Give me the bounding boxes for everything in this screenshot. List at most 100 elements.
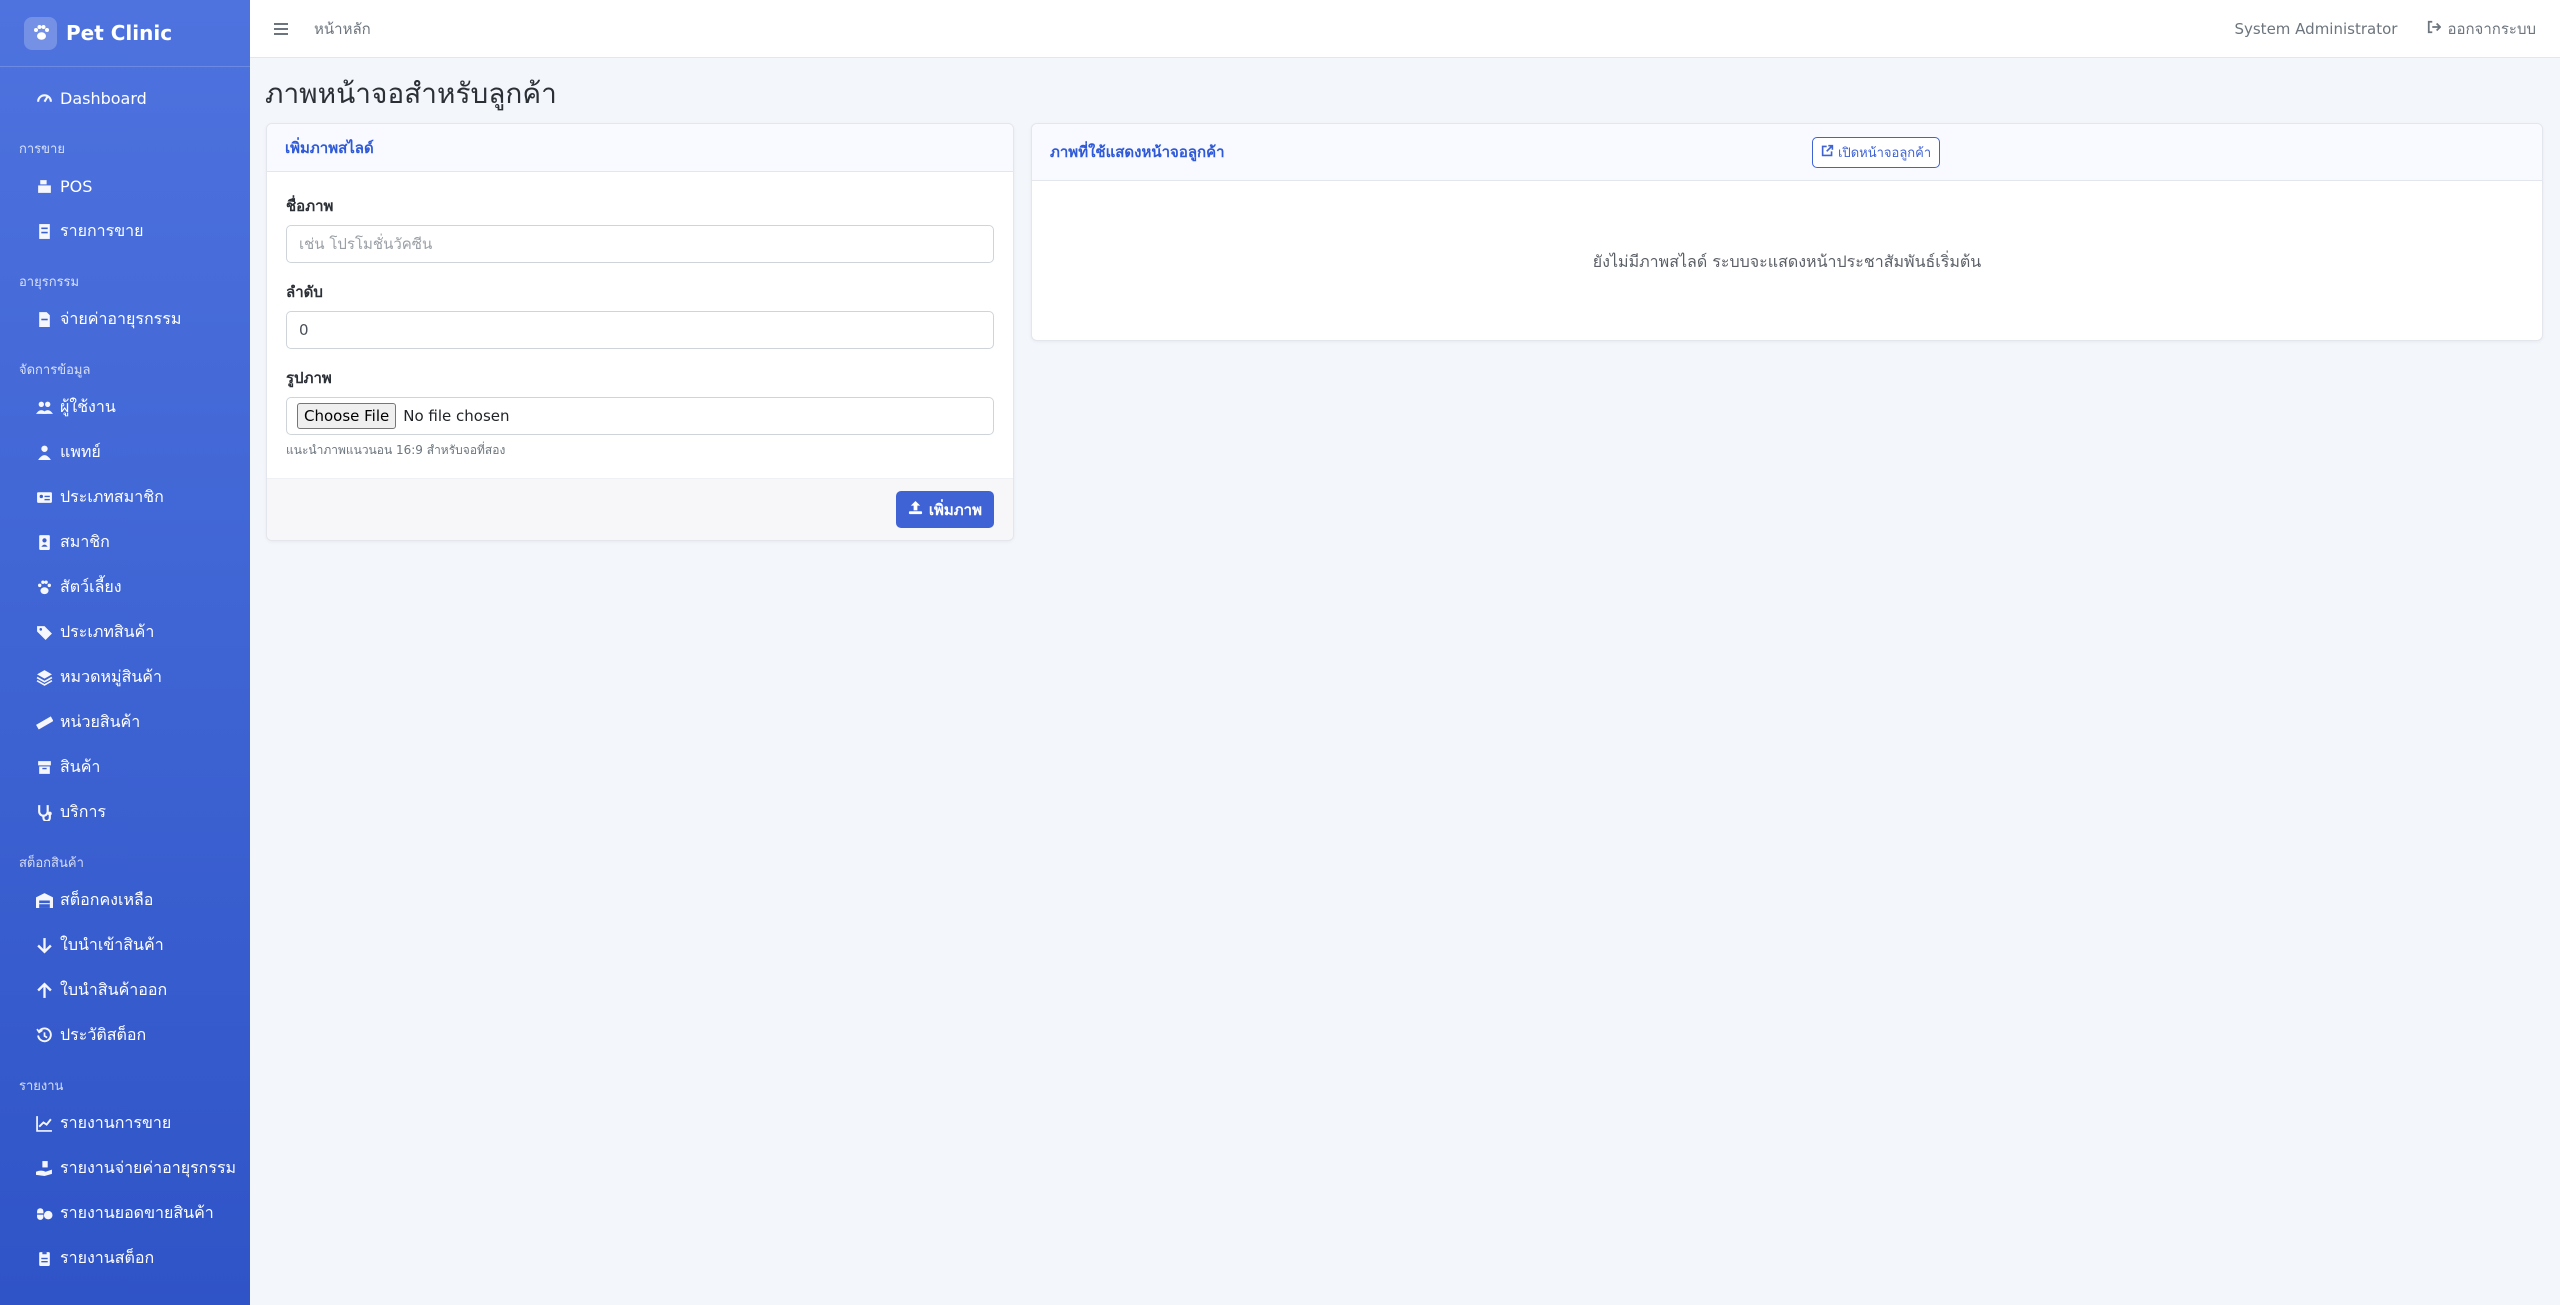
ruler-icon [35, 713, 54, 732]
sidebar-item-services[interactable]: บริการ [0, 790, 250, 835]
sidebar-item-label: สินค้า [60, 757, 101, 776]
id-card-icon [35, 488, 54, 507]
open-customer-display-button[interactable]: เปิดหน้าจอลูกค้า [1812, 137, 1941, 168]
sidebar-item-label: รายงานจ่ายค่าอายุรกรรม [60, 1158, 237, 1177]
sidebar-item-dashboard[interactable]: Dashboard [0, 76, 250, 121]
image-hint: แนะนำภาพแนวนอน 16:9 สำหรับจอที่สอง [286, 443, 506, 457]
logout-label: ออกจากระบบ [2447, 20, 2536, 38]
sidebar-item-label: จ่ายค่าอายุรกรรม [60, 309, 182, 328]
add-slide-button[interactable]: เพิ่มภาพ [895, 491, 994, 528]
sidebar-item-medical-payment-report[interactable]: รายงานจ่ายค่าอายุรกรรม [0, 1146, 250, 1191]
open-customer-display-label: เปิดหน้าจอลูกค้า [1838, 146, 1932, 161]
sidebar-item-label: ใบนำสินค้าออก [60, 980, 168, 999]
topbar-right: System Administrator ออกจากระบบ [2234, 0, 2536, 58]
file-invoice-icon [35, 310, 54, 329]
logout-button[interactable]: ออกจากระบบ [2427, 17, 2536, 41]
sidebar-item-label: สัตว์เลี้ยง [60, 577, 122, 596]
stethoscope-icon [35, 803, 54, 822]
sidebar-item-product-types[interactable]: ประเภทสินค้า [0, 610, 250, 655]
slide-name-input[interactable] [286, 225, 994, 263]
sidebar-item-label: Dashboard [60, 89, 147, 108]
menu-toggle-icon[interactable] [274, 19, 294, 39]
page-title: ภาพหน้าจอสำหรับลูกค้า [265, 77, 557, 110]
gauge-icon [35, 89, 54, 108]
breadcrumb[interactable]: หน้าหลัก [314, 17, 371, 41]
sign-out-icon [2427, 20, 2442, 38]
sidebar-item-pos[interactable]: POS [0, 164, 250, 209]
paw-icon [35, 578, 54, 597]
sidebar-section-header: อายุรกรรม [19, 275, 80, 290]
slides-card: ภาพที่ใช้แสดงหน้าจอลูกค้า เปิดหน้าจอลูกค… [1031, 123, 2543, 341]
chart-line-icon [35, 1114, 54, 1133]
empty-slides-message: ยังไม่มีภาพสไลด์ ระบบจะแสดงหน้าประชาสัมพ… [1592, 252, 1982, 271]
paw-icon [24, 16, 57, 50]
brand[interactable]: Pet Clinic [0, 0, 250, 67]
add-slide-card: เพิ่มภาพสไลด์ ชื่อภาพ ลำดับ รูปภาพ Choos… [266, 123, 1014, 541]
external-link-icon [1821, 144, 1834, 161]
upload-icon [908, 500, 923, 519]
sidebar-item-stock-report[interactable]: รายงานสต็อก [0, 1236, 250, 1281]
topbar: หน้าหลัก System Administrator ออกจากระบบ [250, 0, 2560, 58]
file-status: No file chosen [403, 407, 510, 425]
sidebar-item-label: หน่วยสินค้า [60, 712, 141, 731]
sidebar-item-doctors[interactable]: แพทย์ [0, 430, 250, 475]
sidebar-item-users[interactable]: ผู้ใช้งาน [0, 385, 250, 430]
sidebar-item-label: ใบนำเข้าสินค้า [60, 935, 164, 954]
warehouse-icon [35, 891, 54, 910]
sidebar-item-pets[interactable]: สัตว์เลี้ยง [0, 565, 250, 610]
sidebar-item-medical-payment[interactable]: จ่ายค่าอายุรกรรม [0, 297, 250, 342]
history-icon [35, 1026, 54, 1045]
choose-file-button[interactable]: Choose File [297, 403, 397, 429]
sidebar-item-products[interactable]: สินค้า [0, 745, 250, 790]
sidebar-item-members[interactable]: สมาชิก [0, 520, 250, 565]
tags-icon [35, 623, 54, 642]
sidebar-item-member-types[interactable]: ประเภทสมาชิก [0, 475, 250, 520]
sidebar-item-product-categories[interactable]: หมวดหมู่สินค้า [0, 655, 250, 700]
cash-register-icon [35, 177, 54, 196]
user-name[interactable]: System Administrator [2234, 20, 2397, 38]
slides-card-title: ภาพที่ใช้แสดงหน้าจอลูกค้า [1050, 143, 1225, 161]
hand-holding-icon [35, 1159, 54, 1178]
sidebar-item-stock-out[interactable]: ใบนำสินค้าออก [0, 968, 250, 1013]
image-file-input[interactable]: Choose File No file chosen [286, 397, 994, 435]
sidebar-item-label: ผู้ใช้งาน [60, 397, 116, 416]
layers-icon [35, 668, 54, 687]
slides-card-header: ภาพที่ใช้แสดงหน้าจอลูกค้า เปิดหน้าจอลูกค… [1032, 124, 2542, 181]
sidebar-item-label: รายงานยอดขายสินค้า [60, 1203, 214, 1222]
arrow-down-icon [35, 936, 54, 955]
sidebar-item-product-sales-report[interactable]: รายงานยอดขายสินค้า [0, 1191, 250, 1236]
sidebar-section-header: จัดการข้อมูล [19, 363, 91, 378]
sidebar-item-stock-remaining[interactable]: สต็อกคงเหลือ [0, 878, 250, 923]
sidebar-item-sales-list[interactable]: รายการขาย [0, 209, 250, 254]
slide-order-input[interactable] [286, 311, 994, 349]
sidebar-item-stock-history[interactable]: ประวัติสต็อก [0, 1013, 250, 1058]
sidebar: Pet Clinic Dashboard การขาย POS รายการขา… [0, 0, 250, 1305]
order-label: ลำดับ [286, 283, 323, 301]
sidebar-item-label: บริการ [60, 802, 107, 821]
doctor-icon [35, 443, 54, 462]
brand-name: Pet Clinic [66, 21, 173, 45]
capsules-icon [35, 1204, 54, 1223]
sidebar-item-label: รายการขาย [60, 221, 144, 240]
clipboard-icon [35, 1249, 54, 1268]
box-icon [35, 758, 54, 777]
add-slide-label: เพิ่มภาพ [928, 500, 982, 519]
sidebar-item-label: สต็อกคงเหลือ [60, 890, 154, 909]
sidebar-item-label: หมวดหมู่สินค้า [60, 667, 162, 686]
sidebar-section-header: สต็อกสินค้า [19, 856, 84, 871]
sidebar-item-product-units[interactable]: หน่วยสินค้า [0, 700, 250, 745]
sidebar-item-label: ประเภทสมาชิก [60, 487, 164, 506]
sidebar-item-sales-report[interactable]: รายงานการขาย [0, 1101, 250, 1146]
sidebar-item-label: ประเภทสินค้า [60, 622, 155, 641]
arrow-up-icon [35, 981, 54, 1000]
image-label: รูปภาพ [286, 369, 332, 387]
name-label: ชื่อภาพ [286, 197, 334, 215]
receipt-icon [35, 222, 54, 241]
users-icon [35, 398, 54, 417]
add-slide-card-footer: เพิ่มภาพ [267, 478, 1013, 540]
sidebar-item-stock-in[interactable]: ใบนำเข้าสินค้า [0, 923, 250, 968]
sidebar-item-label: รายงานสต็อก [60, 1248, 155, 1267]
address-book-icon [35, 533, 54, 552]
sidebar-item-label: แพทย์ [60, 442, 101, 461]
sidebar-section-header: รายงาน [19, 1079, 64, 1094]
